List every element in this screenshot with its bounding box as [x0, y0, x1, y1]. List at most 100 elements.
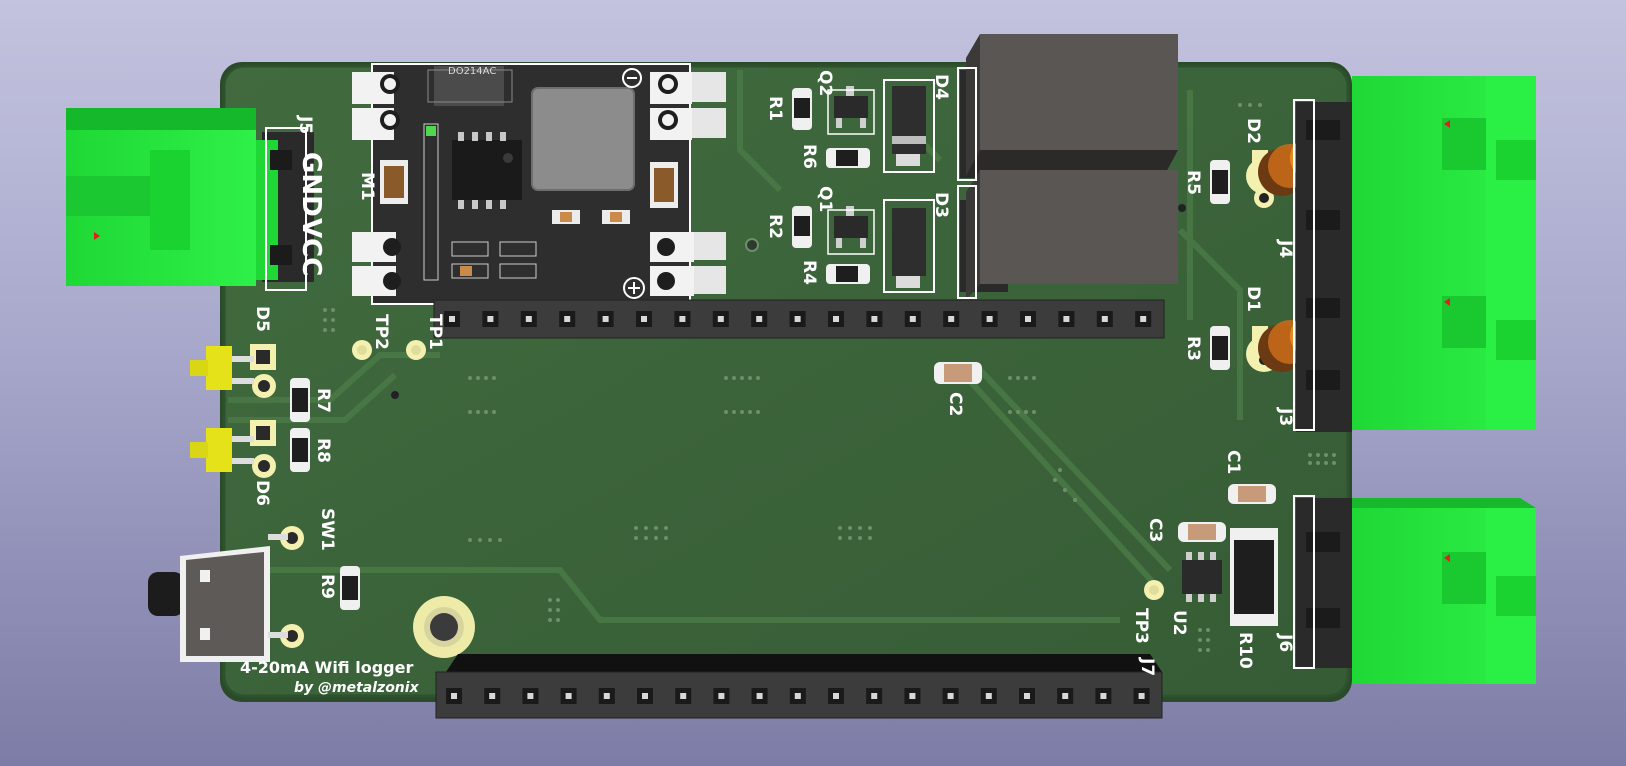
- j6-label: J6: [1275, 633, 1295, 652]
- resistor-r3: [1210, 326, 1230, 370]
- d6-label: D6: [252, 480, 272, 506]
- d5-label: D5: [252, 306, 272, 332]
- header-pin: [1025, 316, 1031, 322]
- header-pin: [794, 316, 801, 322]
- header-pin: [564, 316, 571, 322]
- test-point-tp1: [406, 340, 426, 360]
- resistor-r10: [1230, 528, 1278, 626]
- d2-label: D2: [1243, 118, 1263, 144]
- vcc-label: VCC: [296, 218, 326, 276]
- r1-label: R1: [765, 96, 785, 121]
- r2-label: R2: [765, 214, 785, 239]
- header-pin: [565, 693, 572, 699]
- capacitor-c1: [1228, 484, 1276, 504]
- header-pin: [986, 316, 993, 322]
- j3-label: J3: [1275, 407, 1295, 426]
- pcb-3d-render: J5 GND VCC DO214AC M1 J7 D4 D3 Q2 Q1 R1 …: [66, 34, 1536, 719]
- c1-label: C1: [1223, 450, 1243, 474]
- tp1-label: TP1: [425, 314, 445, 350]
- resistor-r9: [340, 566, 360, 610]
- terminal-block-j5: [66, 108, 314, 286]
- header-pin: [680, 693, 687, 699]
- resistor-r1: [792, 88, 812, 130]
- header-pin: [679, 316, 686, 322]
- header-pin: [1140, 316, 1147, 322]
- board-title: 4-20mA Wifi logger: [240, 658, 413, 677]
- header-pin: [1138, 693, 1145, 699]
- header-pin: [871, 316, 878, 322]
- gnd-label: GND: [296, 152, 326, 217]
- r7-label: R7: [313, 388, 333, 413]
- header-pin: [451, 693, 457, 699]
- header-pin: [489, 693, 496, 699]
- resistor-r6: [826, 148, 870, 168]
- resistor-r2: [792, 206, 812, 248]
- small-hole: [391, 391, 399, 399]
- board-author: by @metalzonix: [294, 680, 420, 696]
- header-pin: [871, 693, 878, 699]
- terminal-block-j6: [1296, 498, 1536, 684]
- diode-part-number: DO214AC: [448, 66, 496, 77]
- pin-header-bottom: [435, 654, 1163, 719]
- header-pin: [1062, 693, 1069, 699]
- terminal-block-j4: [1296, 76, 1536, 262]
- sw1-label: SW1: [317, 508, 337, 551]
- header-pin: [947, 693, 954, 699]
- r9-label: R9: [317, 574, 337, 599]
- c2-label: C2: [945, 392, 965, 416]
- r8-label: R8: [313, 438, 333, 463]
- r4-label: R4: [799, 260, 819, 285]
- r3-label: R3: [1183, 336, 1203, 361]
- resistor-r7: [290, 378, 310, 422]
- r10-label: R10: [1235, 632, 1255, 669]
- header-pin: [525, 316, 532, 322]
- capacitor-c3: [1178, 522, 1226, 542]
- d1-label: D1: [1243, 286, 1263, 312]
- small-hole: [1178, 204, 1186, 212]
- header-pin: [756, 316, 763, 322]
- resistor-r5: [1210, 160, 1230, 204]
- header-pin: [1063, 316, 1070, 322]
- j7-label: J7: [1137, 657, 1157, 676]
- r6-label: R6: [799, 144, 819, 169]
- c3-label: C3: [1145, 518, 1165, 542]
- header-pin: [833, 316, 839, 322]
- mounting-hole: [413, 596, 475, 658]
- ic-u2: [1182, 552, 1222, 602]
- header-pin: [449, 316, 455, 322]
- header-pin: [642, 693, 648, 699]
- header-pin: [909, 693, 916, 699]
- header-pin: [1024, 693, 1030, 699]
- header-pin: [948, 316, 955, 322]
- header-pin: [756, 693, 763, 699]
- u2-label: U2: [1169, 610, 1189, 636]
- terminal-block-j3: [1296, 254, 1536, 432]
- m1-label: M1: [357, 172, 377, 201]
- header-pin: [985, 693, 992, 699]
- header-pin: [718, 693, 725, 699]
- resistor-r4: [826, 264, 870, 284]
- q1-label: Q1: [815, 186, 835, 212]
- resistor-r8: [290, 428, 310, 472]
- test-point-tp3: [1144, 580, 1164, 600]
- q2-label: Q2: [815, 70, 835, 96]
- header-pin: [794, 693, 801, 699]
- header-pin: [717, 316, 724, 322]
- tp3-label: TP3: [1131, 608, 1151, 644]
- tp2-label: TP2: [371, 314, 391, 350]
- header-pin: [1101, 316, 1108, 322]
- dcdc-module-m1: DO214AC: [352, 63, 726, 305]
- test-point-tp2: [352, 340, 372, 360]
- header-pin: [527, 693, 534, 699]
- header-pin: [1100, 693, 1107, 699]
- header-pin: [833, 693, 839, 699]
- header-pin: [603, 693, 610, 699]
- relay-top: [960, 34, 1178, 178]
- header-pin: [641, 316, 647, 322]
- small-hole: [745, 238, 759, 252]
- header-pin: [602, 316, 609, 322]
- relay-bottom: [960, 170, 1178, 300]
- j4-label: J4: [1275, 239, 1295, 258]
- header-pin: [909, 316, 916, 322]
- capacitor-c2: [934, 362, 982, 384]
